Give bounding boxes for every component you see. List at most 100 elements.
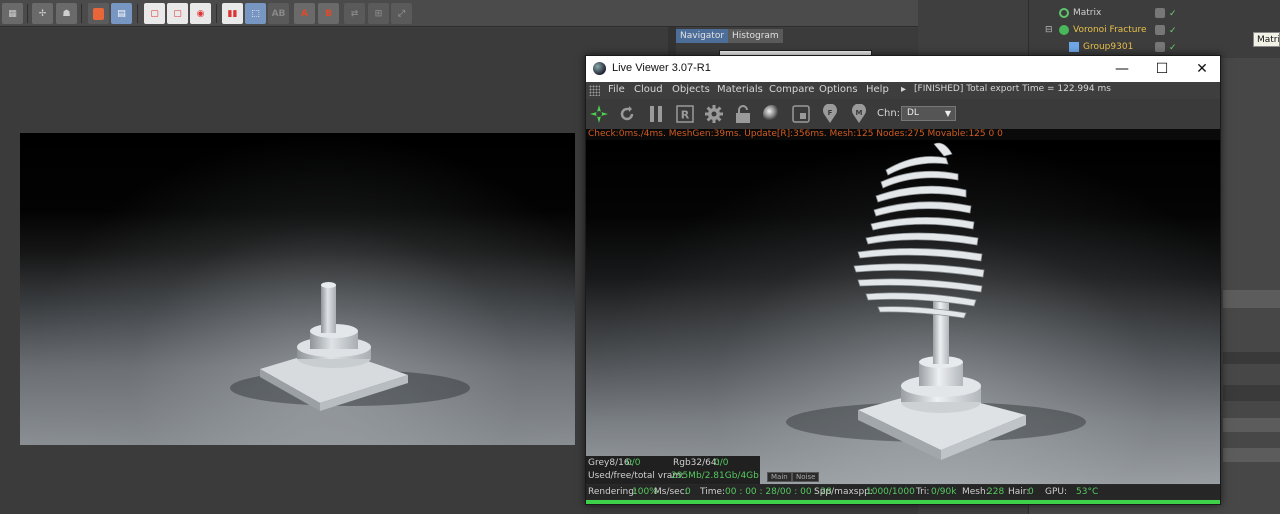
spp-label: Spp/maxspp:	[814, 487, 873, 497]
region-select-icon[interactable]: ⬚	[245, 3, 266, 24]
attribute-strip	[1223, 385, 1280, 401]
render-settings-icon[interactable]: ▤	[111, 3, 132, 24]
expand-view-icon[interactable]: ⤢	[391, 3, 412, 24]
split-view-icon[interactable]: ⊞	[368, 3, 389, 24]
viewer-toolbar: R F M Chn: DL ▼	[586, 99, 1220, 129]
menu-objects[interactable]: Objects	[672, 84, 710, 95]
editor-render-preview	[20, 133, 575, 445]
snap-tool-icon[interactable]: ✢	[32, 3, 53, 24]
render-progress-bar	[586, 500, 1220, 504]
svg-text:F: F	[828, 109, 833, 117]
swap-icon[interactable]: ⇄	[344, 3, 365, 24]
object-row-matrix[interactable]: Matrix ✓	[1029, 5, 1280, 21]
enabled-check-icon[interactable]: ✓	[1169, 6, 1177, 22]
rendering-label: Rendering:	[588, 487, 637, 497]
compare-ab-icon[interactable]: ▮▮	[222, 3, 243, 24]
toolbar-divider	[216, 4, 217, 23]
octane-logo-icon[interactable]	[588, 103, 610, 125]
attribute-field[interactable]	[1223, 448, 1280, 462]
menu-help[interactable]: Help	[866, 84, 889, 95]
export-status: [FINISHED] Total export Time = 122.994 m…	[914, 84, 1111, 94]
live-viewer-window: Live Viewer 3.07-R1 — ☐ ✕ File Cloud Obj…	[585, 55, 1221, 505]
grey-value: 0/0	[626, 458, 641, 468]
tab-noise[interactable]: Noise	[792, 472, 820, 482]
tab-navigator[interactable]: Navigator	[676, 29, 729, 43]
status-bar: Rendering: 100% Ms/sec: 0 Time: 00 : 00 …	[586, 485, 1220, 499]
hair-label: Hair:	[1008, 487, 1030, 497]
attribute-header	[1223, 290, 1280, 308]
window-titlebar[interactable]: Live Viewer 3.07-R1 — ☐ ✕	[586, 56, 1220, 82]
visibility-toggle[interactable]	[1155, 8, 1165, 18]
mesh-label: Mesh:	[962, 487, 989, 497]
main-toolbar: ▦ ✢ ☗ ▤ ▢ ▢ ◉ ▮▮ ⬚ AB A B ⇄ ⊞ ⤢	[0, 0, 918, 27]
render-picture-viewer-icon[interactable]: ▢	[167, 3, 188, 24]
grid-tool-icon[interactable]: ▦	[2, 3, 23, 24]
time-label: Time:	[700, 487, 726, 497]
user-tool-icon[interactable]: ☗	[56, 3, 77, 24]
enabled-check-icon[interactable]: ✓	[1169, 23, 1177, 39]
object-row-group[interactable]: Group9301 ✓	[1029, 39, 1280, 55]
restart-render-icon[interactable]	[616, 103, 638, 125]
matrix-icon	[1059, 8, 1069, 18]
tab-histogram[interactable]: Histogram	[728, 29, 783, 43]
ab-toggle-icon[interactable]: AB	[268, 3, 289, 24]
menu-compare[interactable]: Compare	[769, 84, 814, 95]
hair-value: 0	[1028, 487, 1034, 497]
attribute-field[interactable]	[1223, 418, 1280, 432]
render-stats-line: Check:0ms./4ms. MeshGen:39ms. Update[R]:…	[586, 129, 1220, 140]
object-manager: Matrix ✓ ⊟ Voronoi Fracture ✓ Group9301 …	[1029, 0, 1280, 58]
chevron-right-icon: ▸	[901, 84, 907, 95]
pick-material-icon[interactable]: M	[848, 103, 870, 125]
maximize-icon[interactable]: ☐	[1142, 56, 1182, 82]
visibility-toggle[interactable]	[1155, 25, 1165, 35]
snapshot-b-icon[interactable]: B	[318, 3, 339, 24]
chevron-down-icon: ▼	[944, 109, 951, 118]
rgb-value: 0/0	[714, 458, 729, 468]
channel-label: Chn:	[877, 108, 901, 119]
pedestal-model	[230, 282, 470, 411]
sliced-bust-model	[786, 142, 1086, 460]
attribute-strip	[1223, 352, 1280, 364]
pick-focus-icon[interactable]: F	[819, 103, 841, 125]
object-row-voronoi[interactable]: ⊟ Voronoi Fracture ✓	[1029, 22, 1280, 38]
vram-value: 295Mb/2.81Gb/4Gb	[671, 471, 759, 481]
enabled-check-icon[interactable]: ✓	[1169, 40, 1177, 56]
tri-label: Tri:	[916, 487, 930, 497]
render-view-icon[interactable]: ▢	[144, 3, 165, 24]
minimize-icon[interactable]: —	[1102, 56, 1142, 82]
toolbar-divider	[27, 4, 28, 23]
mssec-label: Ms/sec:	[654, 487, 688, 497]
channel-select[interactable]: DL ▼	[901, 106, 956, 121]
tab-main[interactable]: Main	[767, 472, 792, 482]
menu-cloud[interactable]: Cloud	[634, 84, 663, 95]
octane-app-icon	[593, 62, 606, 75]
progress-fill	[586, 500, 1220, 504]
render-output[interactable]	[586, 140, 1220, 484]
render-region-icon[interactable]	[88, 3, 109, 24]
menu-materials[interactable]: Materials	[717, 84, 763, 95]
rgb-label: Rgb32/64:	[673, 458, 720, 468]
toolbar-divider	[81, 4, 82, 23]
grip-icon[interactable]	[589, 85, 600, 96]
render-queue-icon[interactable]: ◉	[190, 3, 211, 24]
visibility-toggle[interactable]	[1155, 42, 1165, 52]
pause-icon[interactable]	[645, 103, 667, 125]
material-sphere-icon[interactable]	[761, 103, 783, 125]
settings-gear-icon[interactable]	[703, 103, 725, 125]
render-region-icon[interactable]: R	[674, 103, 696, 125]
window-title: Live Viewer 3.07-R1	[612, 62, 711, 74]
memory-info: Grey8/16: 0/0 Rgb32/64: 0/0 Used/free/to…	[586, 456, 760, 484]
menu-options[interactable]: Options	[819, 84, 858, 95]
menu-file[interactable]: File	[608, 84, 625, 95]
lock-icon[interactable]	[732, 103, 754, 125]
gpu-value: 53°C	[1076, 487, 1099, 497]
close-icon[interactable]: ✕	[1182, 56, 1220, 82]
mssec-value: 0	[685, 487, 691, 497]
clay-mode-icon[interactable]	[790, 103, 812, 125]
snapshot-a-icon[interactable]: A	[294, 3, 315, 24]
null-object-icon	[1069, 42, 1079, 52]
collapse-icon[interactable]: ⊟	[1045, 22, 1053, 38]
gpu-label: GPU:	[1045, 487, 1068, 497]
channel-value: DL	[907, 108, 919, 118]
object-name: Voronoi Fracture	[1073, 25, 1147, 35]
